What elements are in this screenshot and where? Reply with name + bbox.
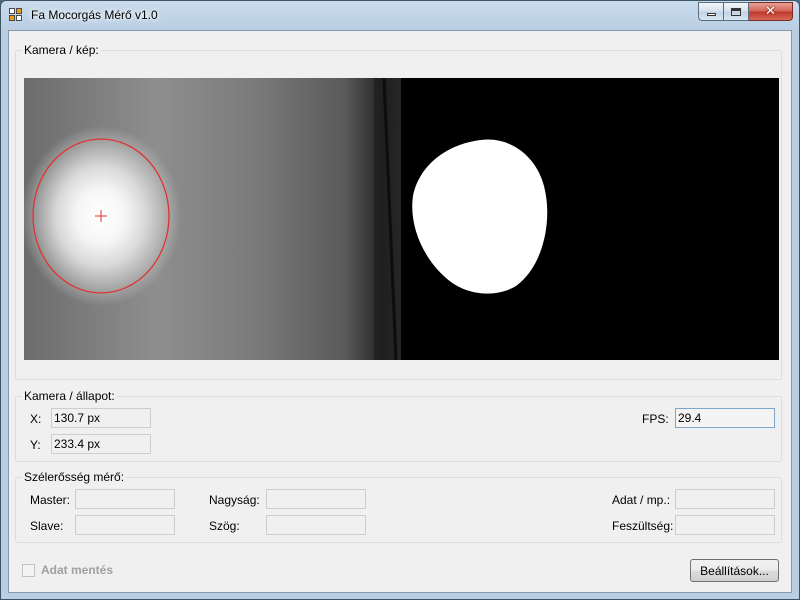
voltage-label: Feszültség: [612, 519, 674, 533]
app-icon[interactable] [9, 8, 23, 22]
wind-group-title: Szélerősség mérő: [22, 470, 127, 484]
y-label: Y: [30, 438, 41, 452]
angle-label: Szög: [209, 519, 240, 533]
voltage-value-field [675, 515, 775, 535]
save-data-checkbox[interactable] [22, 563, 35, 577]
size-label: Nagyság: [209, 493, 260, 507]
threshold-blob [412, 139, 548, 294]
maximize-button[interactable] [724, 2, 749, 21]
size-value-field [266, 489, 366, 509]
main-window: Fa Mocorgás Mérő v1.0 ✕ Kamera / kép: Ka… [0, 0, 800, 600]
fps-value-field: 29.4 [675, 408, 775, 428]
title-bar[interactable]: Fa Mocorgás Mérő v1.0 ✕ [1, 1, 799, 29]
x-value-field: 130.7 px [51, 408, 151, 428]
x-label: X: [30, 412, 42, 426]
minimize-icon [706, 13, 716, 16]
fps-label: FPS: [642, 412, 669, 426]
rate-label: Adat / mp.: [612, 493, 671, 507]
master-value-field [75, 489, 175, 509]
caption-buttons: ✕ [698, 2, 793, 21]
slave-value-field [75, 515, 175, 535]
tracking-overlay [32, 78, 401, 360]
close-icon: ✕ [765, 4, 776, 19]
angle-value-field [266, 515, 366, 535]
camera-raw-image [24, 78, 401, 360]
maximize-icon [731, 7, 741, 16]
camera-group-title: Kamera / kép: [22, 43, 101, 57]
save-data-label[interactable]: Adat mentés [41, 563, 113, 577]
window-title: Fa Mocorgás Mérő v1.0 [31, 8, 158, 22]
slave-label: Slave: [30, 519, 64, 533]
settings-button[interactable]: Beállítások... [690, 559, 779, 582]
master-label: Master: [30, 493, 71, 507]
camera-threshold-image [401, 78, 779, 360]
close-button[interactable]: ✕ [749, 2, 793, 21]
rate-value-field [675, 489, 775, 509]
client-area: Kamera / kép: Kamera / állapot: X: 130.7… [8, 30, 792, 593]
minimize-button[interactable] [698, 2, 724, 21]
save-data-option[interactable]: Adat mentés [22, 563, 113, 577]
camera-view [24, 78, 779, 360]
y-value-field: 233.4 px [51, 434, 151, 454]
status-group-title: Kamera / állapot: [22, 389, 117, 403]
